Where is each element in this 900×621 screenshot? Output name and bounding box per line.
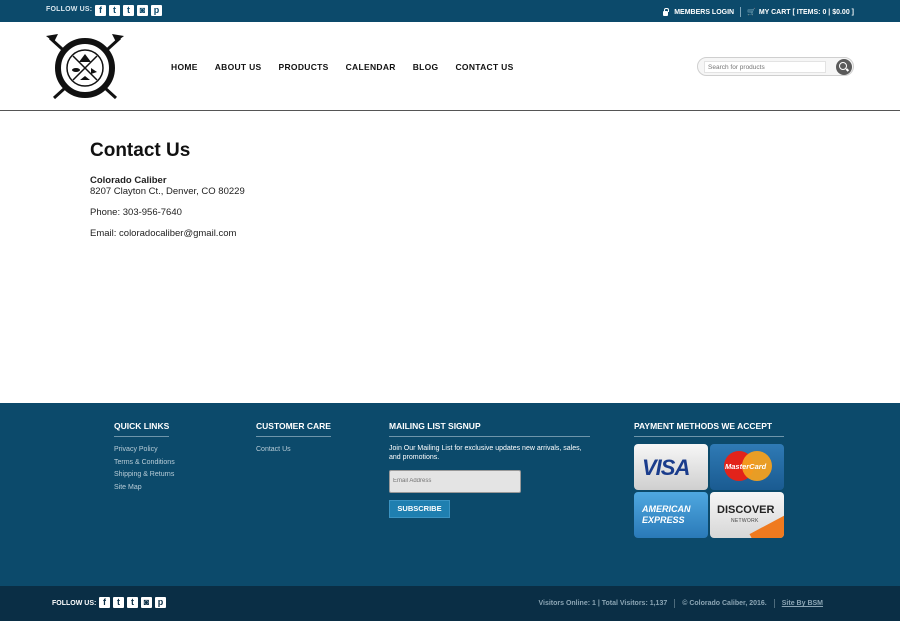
instagram-icon[interactable]: ◙	[141, 597, 152, 608]
site-by-link[interactable]: Site By BSM	[782, 600, 823, 607]
visitor-count: Visitors Online: 1 | Total Visitors: 1,1…	[538, 600, 668, 607]
bottom-bar: FOLLOW US: f t t ◙ p Visitors Online: 1 …	[0, 586, 900, 621]
instagram-icon[interactable]: ◙	[137, 5, 148, 16]
shipping-returns-link[interactable]: Shipping & Returns	[114, 469, 175, 482]
site-footer: QUICK LINKS Privacy Policy Terms & Condi…	[0, 403, 900, 586]
footer-social-links: f t t ◙ p	[99, 597, 166, 608]
divider	[740, 7, 742, 17]
amex-label-line1: AMERICAN	[642, 504, 691, 514]
nav-calendar[interactable]: CALENDAR	[346, 62, 396, 72]
search-icon[interactable]	[836, 59, 852, 75]
page-title: Contact Us	[90, 140, 191, 161]
top-bar: FOLLOW US: f t t ◙ p MEMBERS LOGIN 🛒 MY …	[0, 0, 900, 22]
privacy-policy-link[interactable]: Privacy Policy	[114, 444, 175, 457]
tumblr-icon[interactable]: t	[127, 597, 138, 608]
discover-label: DISCOVER	[717, 504, 775, 516]
site-header: HOME ABOUT US PRODUCTS CALENDAR BLOG CON…	[0, 22, 900, 111]
main-nav: HOME ABOUT US PRODUCTS CALENDAR BLOG CON…	[171, 62, 514, 72]
amex-card-icon: AMERICAN EXPRESS	[634, 492, 708, 538]
members-login-link[interactable]: MEMBERS LOGIN	[674, 9, 734, 16]
amex-label-line2: EXPRESS	[642, 515, 685, 525]
search-box	[697, 57, 854, 76]
facebook-icon[interactable]: f	[99, 597, 110, 608]
twitter-icon[interactable]: t	[109, 5, 120, 16]
site-logo[interactable]	[44, 32, 126, 104]
my-cart-link[interactable]: MY CART [ ITEMS: 0 | $0.00 ]	[759, 9, 854, 16]
site-map-link[interactable]: Site Map	[114, 482, 175, 495]
facebook-icon[interactable]: f	[95, 5, 106, 16]
mailing-list-section: MAILING LIST SIGNUP Join Our Mailing Lis…	[389, 416, 590, 518]
mastercard-label: MasterCard	[725, 462, 767, 471]
social-links: f t t ◙ p	[95, 5, 162, 16]
cart-icon: 🛒	[747, 9, 756, 16]
footer-contact-us-link[interactable]: Contact Us	[256, 444, 331, 457]
email-text: Email: coloradocaliber@gmail.com	[90, 228, 237, 239]
follow-us-label: FOLLOW US:	[46, 6, 93, 13]
account-links: MEMBERS LOGIN 🛒 MY CART [ ITEMS: 0 | $0.…	[663, 7, 854, 17]
discover-network-label: NETWORK	[731, 518, 759, 524]
nav-products[interactable]: PRODUCTS	[279, 62, 329, 72]
search-input[interactable]	[704, 61, 826, 73]
quick-links-section: QUICK LINKS Privacy Policy Terms & Condi…	[114, 416, 175, 494]
nav-contact-us[interactable]: CONTACT US	[455, 62, 513, 72]
mailing-list-heading: MAILING LIST SIGNUP	[389, 421, 590, 437]
terms-link[interactable]: Terms & Conditions	[114, 457, 175, 470]
mastercard-icon: MasterCard	[710, 444, 784, 490]
pinterest-icon[interactable]: p	[151, 5, 162, 16]
company-address: 8207 Clayton Ct., Denver, CO 80229	[90, 186, 245, 197]
pinterest-icon[interactable]: p	[155, 597, 166, 608]
discover-card-icon: DISCOVER NETWORK	[710, 492, 784, 538]
payment-cards: VISA MasterCard AMERICAN EXPRESS DISCOVE…	[634, 444, 784, 538]
footer-meta: Visitors Online: 1 | Total Visitors: 1,1…	[538, 599, 823, 608]
main-content: Contact Us Colorado Caliber 8207 Clayton…	[90, 140, 245, 239]
phone-text: Phone: 303-956-7640	[90, 207, 182, 218]
customer-care-section: CUSTOMER CARE Contact Us	[256, 416, 331, 457]
payment-methods-section: PAYMENT METHODS WE ACCEPT VISA MasterCar…	[634, 416, 784, 538]
nav-home[interactable]: HOME	[171, 62, 198, 72]
visa-card-icon: VISA	[634, 444, 708, 490]
twitter-icon[interactable]: t	[113, 597, 124, 608]
copyright-text: © Colorado Caliber, 2016.	[682, 600, 767, 607]
nav-about-us[interactable]: ABOUT US	[215, 62, 262, 72]
footer-follow-us-label: FOLLOW US:	[52, 600, 97, 607]
subscribe-button[interactable]: SUBSCRIBE	[389, 499, 450, 518]
visa-label: VISA	[642, 455, 690, 480]
email-field[interactable]	[389, 469, 521, 493]
customer-care-heading: CUSTOMER CARE	[256, 421, 331, 437]
lock-icon	[663, 7, 670, 16]
company-name: Colorado Caliber	[90, 175, 167, 186]
nav-blog[interactable]: BLOG	[413, 62, 439, 72]
quick-links-heading: QUICK LINKS	[114, 421, 170, 437]
tumblr-icon[interactable]: t	[123, 5, 134, 16]
mailing-list-description: Join Our Mailing List for exclusive upda…	[389, 445, 582, 461]
payment-methods-heading: PAYMENT METHODS WE ACCEPT	[634, 421, 784, 437]
